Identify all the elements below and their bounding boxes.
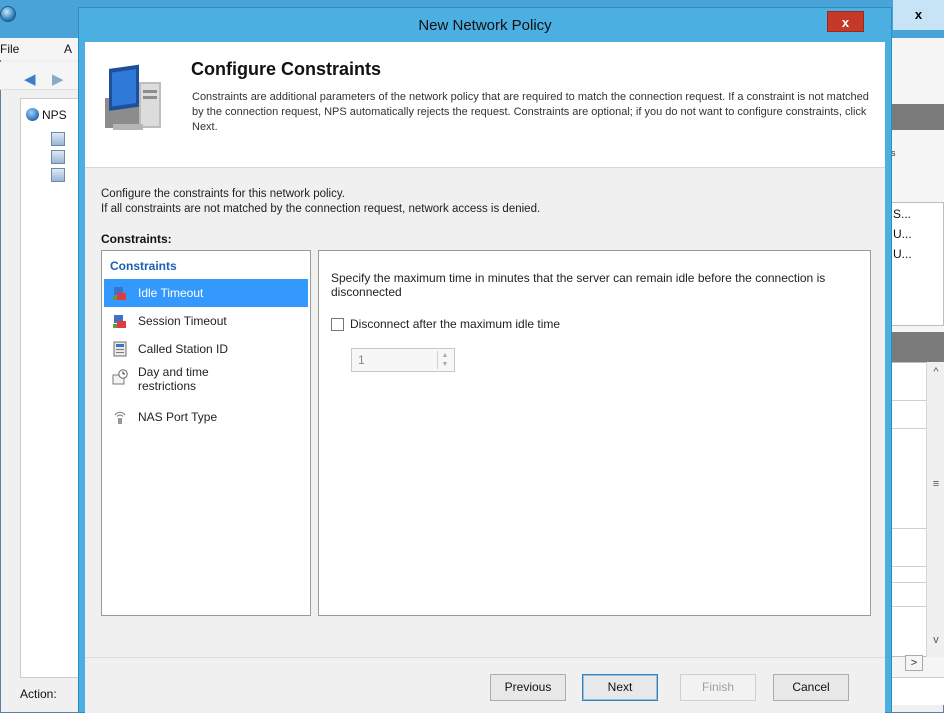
spinner-up-icon[interactable]: ▲ bbox=[438, 351, 452, 360]
idle-timeout-description: Specify the maximum time in minutes that… bbox=[331, 271, 826, 299]
spinner-down-icon[interactable]: ▼ bbox=[438, 360, 452, 369]
spinner-buttons[interactable]: ▲ ▼ bbox=[437, 351, 452, 369]
tree-node-icon[interactable] bbox=[51, 150, 65, 164]
tree-node-icon[interactable] bbox=[51, 132, 65, 146]
scroll-up-icon[interactable]: ^ bbox=[927, 366, 944, 378]
constraints-list-header: Constraints bbox=[110, 259, 177, 273]
disconnect-after-idle-checkbox[interactable]: Disconnect after the maximum idle time bbox=[331, 317, 560, 331]
console-tree bbox=[20, 98, 80, 678]
session-timeout-icon bbox=[113, 315, 126, 328]
constraints-label: Constraints: bbox=[101, 232, 172, 246]
instruction-line: If all constraints are not matched by th… bbox=[101, 203, 541, 215]
tree-root-nps[interactable]: NPS bbox=[26, 108, 67, 122]
scroll-right-icon[interactable]: > bbox=[905, 655, 923, 671]
wizard-header: Configure Constraints Constraints are ad… bbox=[85, 42, 885, 168]
forward-arrow-icon[interactable]: ▶ bbox=[52, 70, 64, 88]
constraint-label: NAS Port Type bbox=[138, 410, 218, 424]
previous-button[interactable]: Previous bbox=[490, 674, 566, 701]
scroll-down-icon[interactable]: v bbox=[927, 634, 944, 646]
constraints-list: Constraints Idle Timeout Session Timeout bbox=[101, 250, 311, 616]
constraint-label: Session Timeout bbox=[138, 314, 227, 328]
called-station-icon bbox=[113, 341, 127, 357]
nps-app-icon bbox=[0, 6, 16, 22]
checkbox-box[interactable] bbox=[331, 318, 344, 331]
menu-file[interactable]: File bbox=[0, 42, 19, 56]
details-list-cell[interactable]: S... bbox=[893, 207, 911, 221]
constraint-label: Called Station ID bbox=[138, 342, 229, 356]
checkbox-label: Disconnect after the maximum idle time bbox=[350, 317, 561, 331]
constraint-day-time-restrictions[interactable]: Day and time restrictions bbox=[104, 363, 308, 403]
constraint-label: Day and time restrictions bbox=[138, 365, 209, 393]
menu-action[interactable]: A bbox=[64, 42, 72, 56]
constraint-settings-panel: Specify the maximum time in minutes that… bbox=[318, 250, 871, 616]
cancel-button[interactable]: Cancel bbox=[773, 674, 849, 701]
new-network-policy-dialog: New Network Policy x Configure Constrain… bbox=[78, 7, 892, 713]
mmc-toolbar bbox=[0, 62, 80, 90]
constraint-label: Idle Timeout bbox=[138, 286, 204, 300]
scroll-thumb-icon[interactable]: ≡ bbox=[927, 478, 944, 490]
idle-timeout-icon bbox=[113, 287, 126, 300]
instructions: Configure the constraints for this netwo… bbox=[101, 187, 801, 217]
back-arrow-icon[interactable]: ◀ bbox=[24, 70, 36, 88]
vertical-scrollbar[interactable]: ^ ≡ v bbox=[926, 362, 944, 657]
details-list-cell[interactable]: U... bbox=[893, 247, 912, 261]
details-list-cell[interactable]: U... bbox=[893, 227, 912, 241]
constraint-nas-port-type[interactable]: NAS Port Type bbox=[104, 403, 308, 431]
next-button[interactable]: Next bbox=[582, 674, 658, 701]
constraint-called-station-id[interactable]: Called Station ID bbox=[104, 335, 308, 363]
status-bar-label: Action: bbox=[20, 683, 80, 705]
footer-divider bbox=[85, 657, 885, 658]
wizard-page-description: Constraints are additional parameters of… bbox=[192, 91, 869, 133]
instruction-line: Configure the constraints for this netwo… bbox=[101, 188, 345, 200]
clock-calendar-icon bbox=[112, 369, 128, 385]
dialog-close-button[interactable]: x bbox=[827, 11, 864, 32]
constraint-session-timeout[interactable]: Session Timeout bbox=[104, 307, 308, 335]
globe-icon bbox=[26, 108, 39, 121]
dialog-client-area: Configure Constraints Constraints are ad… bbox=[85, 42, 885, 713]
finish-button[interactable]: Finish bbox=[680, 674, 756, 701]
mmc-close-button[interactable]: x bbox=[893, 0, 944, 30]
constraint-idle-timeout[interactable]: Idle Timeout bbox=[104, 279, 308, 307]
idle-time-spinner[interactable]: 1 ▲ ▼ bbox=[351, 348, 455, 372]
computer-monitor-icon bbox=[105, 64, 161, 130]
tree-node-icon[interactable] bbox=[51, 168, 65, 182]
dialog-title: New Network Policy bbox=[418, 17, 552, 34]
wizard-page-title: Configure Constraints bbox=[191, 59, 382, 79]
nas-port-icon bbox=[114, 411, 126, 424]
spinner-value: 1 bbox=[358, 353, 365, 367]
